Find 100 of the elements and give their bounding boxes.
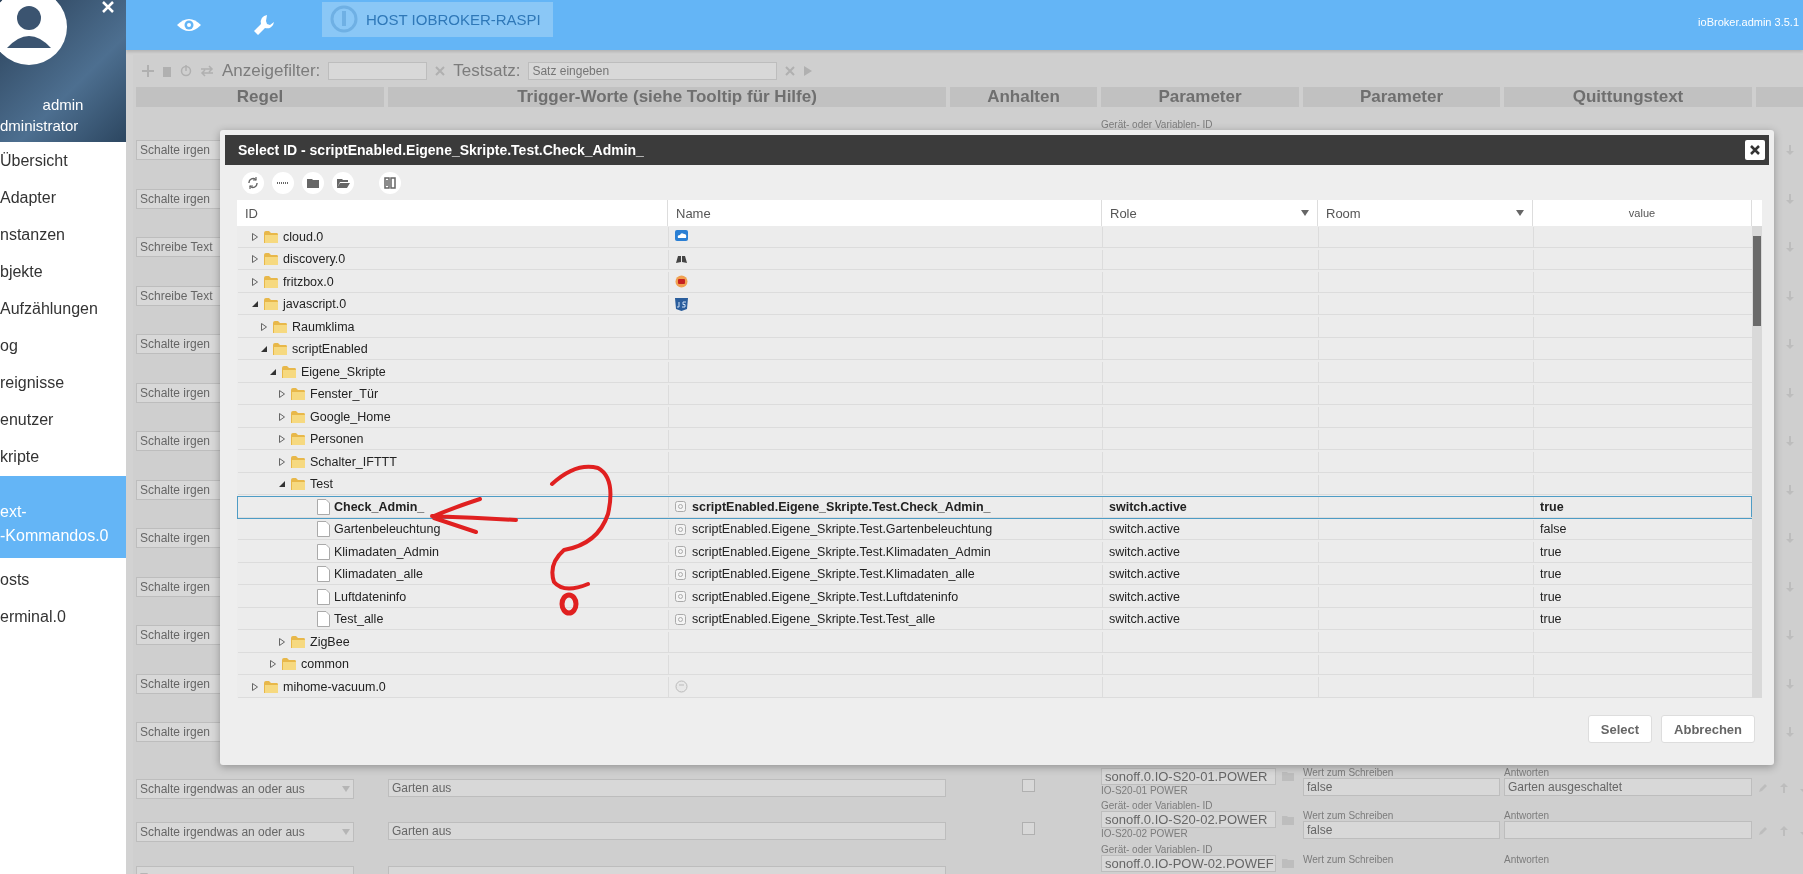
plus-icon[interactable] [142,65,154,77]
answer-field[interactable]: Garten ausgeschaltet [1504,777,1752,796]
collapse-arrow-icon[interactable] [260,345,268,354]
expand-arrow-icon[interactable] [278,412,286,421]
folder-icon [272,319,288,334]
tree-row[interactable]: common [237,653,1752,676]
expand-arrow-icon[interactable] [260,322,268,331]
sidebar-item[interactable]: Aufzählungen [0,290,126,327]
rule-select[interactable]: Schalte irgendwas an oder aus [136,822,354,842]
sidebar-item[interactable]: enutzer [0,401,126,438]
filter-field[interactable] [328,62,428,80]
value-field[interactable]: false [1303,777,1500,796]
list-view-button[interactable] [272,171,294,194]
scrollbar-thumb[interactable] [1753,236,1761,326]
close-button[interactable] [1745,140,1765,160]
tree-row[interactable]: Klimadaten_alle scriptEnabled.Eigene_Skripte.Test.Klimadaten_alle switch.active true [237,563,1752,586]
field-label: Gerät- oder Variablen- ID [1101,119,1214,130]
tree-row[interactable]: Gartenbeleuchtung scriptEnabled.Eigene_Skripte.Test.Gartenbeleuchtung switch.active false [237,518,1752,541]
cloud-icon [675,230,688,244]
folder-icon [290,409,306,424]
device-id-field[interactable]: sonoff.0.IO-S20-01.POWER [1101,767,1276,785]
sidebar-item[interactable]: reignisse [0,364,126,401]
folder-icon[interactable] [1282,771,1294,781]
expand-arrow-icon[interactable] [278,637,286,646]
sidebar-item[interactable]: bjekte [0,253,126,290]
expand-arrow-icon[interactable] [251,232,259,241]
tree-row[interactable]: discovery.0 [237,248,1752,271]
expand-arrow-icon[interactable] [251,277,259,286]
column-header: Parameter [1101,87,1299,107]
field-label: Gerät- oder Variablen- ID [1101,800,1214,811]
expand-arrow-icon[interactable] [269,660,277,669]
expand-arrow-icon[interactable] [278,435,286,444]
trigger-field[interactable]: Garten aus [388,822,946,840]
expand-button[interactable] [332,171,354,194]
object-id: fritzbox.0 [283,274,334,289]
column-header: Anhalten [950,87,1097,107]
checkbox[interactable] [1022,822,1035,835]
rule-select[interactable]: Schalte irgendwas an oder aus [136,778,354,799]
sidebar-item[interactable]: nstanzen [0,216,126,253]
field-label: Gerät- oder Variablen- ID [1101,843,1214,855]
sidebar-item[interactable]: Adapter [0,179,126,216]
collapse-arrow-icon[interactable] [278,480,286,489]
tree-row[interactable]: ZigBee [237,631,1752,654]
object-id: Schalter_IFTTT [310,454,397,469]
tree-row[interactable]: Schalter_IFTTT [237,451,1752,474]
device-id-field[interactable]: sonoff.0.IO-S20-02.POWER [1101,811,1276,828]
sidebar-item[interactable]: osts [0,561,126,598]
tree-row[interactable]: Personen [237,428,1752,451]
scrollbar[interactable] [1752,226,1762,698]
tree-row[interactable]: javascript.0 [237,293,1752,316]
tree-row[interactable]: Test_alle scriptEnabled.Eigene_Skripte.Test.Test_alle switch.active true [237,608,1752,631]
object-name: scriptEnabled.Eigene_Skripte.Test.Luftdateninfo [692,589,959,604]
expand-arrow-icon[interactable] [278,457,286,466]
swap-icon[interactable] [200,65,214,77]
select-button[interactable]: Select [1587,715,1653,743]
clear-icon[interactable] [435,66,446,76]
object-id: Klimadaten_alle [334,567,423,582]
trigger-field[interactable]: Garten aus [388,778,946,797]
tree-row[interactable]: cloud.0 [237,226,1752,249]
expand-arrow-icon[interactable] [278,390,286,399]
tree-row[interactable]: Eigene_Skripte [237,361,1752,384]
object-id: cloud.0 [283,229,324,244]
sidebar-item[interactable]: og [0,327,126,364]
object-name: scriptEnabled.Eigene_Skripte.Test.Gartenbeleuchtung [692,522,993,537]
expand-arrow-icon[interactable] [251,255,259,264]
play-icon[interactable] [803,65,814,77]
answer-field[interactable] [1504,821,1752,839]
checkbox[interactable] [1022,778,1035,792]
column-header: value [1628,207,1656,219]
expand-arrow-icon[interactable] [251,682,259,691]
field-label: Antworten [1504,766,1551,778]
test-sentence-field[interactable]: Satz eingeben [528,62,778,80]
sidebar-item[interactable]: erminal.0 [0,598,126,635]
tree-row[interactable]: fritzbox.0 [237,271,1752,294]
dots-icon [277,181,289,184]
refresh-button[interactable] [242,171,264,194]
cancel-button[interactable]: Abbrechen [1661,715,1755,743]
tree-row[interactable]: Test [237,473,1752,496]
eye-icon [176,16,202,34]
collapse-arrow-icon[interactable] [251,300,259,309]
tree-row[interactable]: Check_Admin_ scriptEnabled.Eigene_Skripte.Test.Check_Admin_ switch.active true [237,496,1752,519]
tree-row[interactable]: mihome-vacuum.0 [237,676,1752,698]
tree-row[interactable]: Fenster_Tür [237,383,1752,406]
state-icon [675,523,686,535]
sidebar-item[interactable]: kripte [0,438,126,475]
collapse-button[interactable] [302,171,324,194]
tree-row[interactable]: Luftdateninfo scriptEnabled.Eigene_Skripte.Test.Luftdateninfo switch.active true [237,586,1752,609]
clear-icon[interactable] [785,66,796,76]
close-icon[interactable] [101,0,115,14]
tree-row[interactable]: scriptEnabled [237,338,1752,361]
object-id: Eigene_Skripte [301,364,386,379]
collapse-arrow-icon[interactable] [269,367,277,376]
book-button[interactable] [379,171,401,194]
tree-row[interactable]: Google_Home [237,406,1752,429]
sidebar-item[interactable]: Übersicht [0,142,126,179]
value-field[interactable]: false [1303,821,1500,839]
tree-row[interactable]: Klimadaten_Admin scriptEnabled.Eigene_Skripte.Test.Klimadaten_Admin switch.active true [237,541,1752,564]
device-id-field[interactable]: sonoff.0.IO-POW-02.POWEF [1101,854,1276,872]
folder-icon [290,634,306,649]
tree-row[interactable]: Raumklima [237,316,1752,339]
